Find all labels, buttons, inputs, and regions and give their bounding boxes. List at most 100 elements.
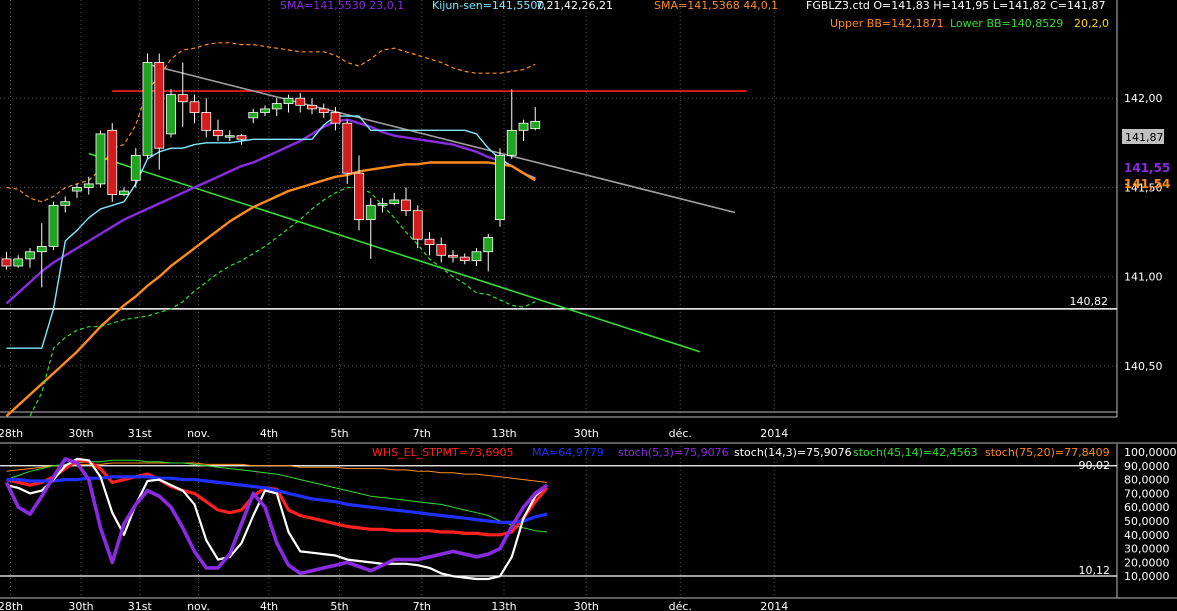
candle-up: [25, 251, 35, 260]
sma23-price-label: 141,55: [1124, 161, 1170, 175]
candle-up: [365, 204, 376, 221]
osc-header-item: stoch(5,3)=75,9076: [618, 446, 729, 459]
candle-up: [60, 201, 71, 206]
osc-x-tick-label: 5th: [330, 600, 348, 611]
main-header-item: SMA=141,5530 23,0,1: [280, 0, 404, 12]
candle-down: [154, 62, 165, 149]
candle-up: [271, 103, 282, 110]
x-tick-label: 13th: [491, 427, 516, 440]
candle-up: [389, 199, 400, 204]
candle-down: [107, 129, 118, 196]
candle-up: [530, 121, 541, 129]
osc-header-item: stoch(45,14)=42,4563: [853, 446, 978, 459]
candle-up: [142, 62, 153, 156]
main-header-item: 7,21,42,26,21: [536, 0, 613, 12]
candle-up: [83, 183, 94, 188]
x-tick-label: 2014: [760, 427, 788, 440]
osc-tick-label: 70,0000: [1124, 487, 1170, 500]
line-trend-low: [88, 152, 700, 353]
osc-series-ma: [6, 475, 548, 525]
candle-up: [260, 108, 270, 113]
osc-header-item: MA=64,9779: [532, 446, 604, 459]
candle-up: [224, 135, 235, 138]
osc-upper-label: 90,02: [1079, 459, 1111, 472]
x-tick-label: 30th: [68, 427, 93, 440]
candle-up: [518, 122, 529, 131]
overlay-sma-44: [5, 161, 536, 417]
overlay-lower-bb: [29, 186, 536, 417]
osc-x-tick-label: 31st: [128, 600, 153, 611]
main-header: SMA=141,5530 23,0,1 Kijun-sen=141,55007,2…: [280, 0, 1109, 30]
osc-series-stoch-5-3-: [4, 457, 549, 576]
x-tick-label: 5th: [330, 427, 348, 440]
support-level-label: 140,82: [1070, 295, 1109, 308]
candle-up: [506, 129, 517, 156]
candle-down: [213, 129, 223, 137]
candle-down: [342, 122, 353, 174]
osc-x-tick-label: 30th: [68, 600, 93, 611]
osc-tick-label: 80,0000: [1124, 474, 1170, 487]
candle-up: [130, 154, 141, 181]
candle-up: [36, 245, 47, 253]
candle-up: [95, 133, 106, 185]
main-header-item: Kijun-sen=141,5500: [432, 0, 544, 12]
main-header-bb-item: 20,2,0: [1074, 17, 1109, 30]
candle-down: [189, 101, 200, 113]
sma44-price-label: 141,54: [1124, 177, 1170, 191]
candle-down: [307, 104, 317, 110]
candle-up: [248, 112, 259, 119]
main-header-item: SMA=141,5368 44,0,1: [654, 0, 778, 12]
line-trend-down: [147, 63, 736, 214]
candle-down: [354, 172, 364, 221]
candle-down: [1, 258, 12, 267]
candle-up: [483, 237, 494, 253]
x-tick-label: 30th: [574, 427, 599, 440]
osc-x-tick-label: 13th: [491, 600, 516, 611]
main-header-item: FGBLZ3.ctd O=141,83 H=141,95 L=141,82 C=…: [806, 0, 1105, 12]
main-overlays: [5, 42, 536, 417]
osc-lower-label: 10,12: [1079, 564, 1111, 577]
candle-up: [166, 94, 176, 135]
candle-down: [412, 210, 423, 240]
osc-x-tick-label: 30th: [574, 600, 599, 611]
x-tick-label: nov.: [187, 427, 210, 440]
candle-down: [401, 199, 411, 212]
x-tick-label: déc.: [669, 427, 692, 440]
candle-up: [377, 203, 388, 206]
candle-down: [459, 256, 470, 262]
price-tick-label: 141,00: [1124, 271, 1163, 284]
candle-down: [177, 94, 188, 103]
main-candles: [1, 53, 541, 288]
last-price-label: 141,87: [1125, 131, 1164, 144]
x-tick-label: 4th: [260, 427, 278, 440]
osc-grid: [0, 444, 1177, 599]
x-tick-label: 31st: [128, 427, 153, 440]
main-header-bb-item: Upper BB=142,1871: [830, 17, 944, 30]
osc-axis: 100,000090,000080,000070,000060,000050,0…: [1079, 446, 1177, 583]
candle-down: [436, 244, 447, 256]
osc-lines: [4, 457, 549, 581]
osc-tick-label: 30,0000: [1124, 543, 1170, 556]
overlay-kijun-sen: [6, 115, 536, 349]
osc-header-item: stoch(75,20)=77,8409: [985, 446, 1110, 459]
osc-tick-label: 50,0000: [1124, 515, 1170, 528]
x-tick-label: 28th: [0, 427, 23, 440]
osc-tick-label: 90,0000: [1124, 460, 1170, 473]
osc-series-whs-el-stpmt: [6, 458, 549, 537]
osc-x-tick-label: 4th: [260, 600, 278, 611]
x-axis-main: 28th 30th 31st nov. 4th 5th 7th 13th 30th déc. 201…: [0, 427, 1177, 444]
osc-x-tick-label: nov.: [187, 600, 210, 611]
candle-up: [48, 204, 59, 247]
x-tick-label: 7th: [413, 427, 431, 440]
candle-down: [424, 238, 435, 246]
osc-x-tick-label: 7th: [413, 600, 431, 611]
chart-canvas: 142,00141,50141,00140,50141,87141,55141,…: [0, 0, 1177, 611]
overlay-upper-bb: [6, 42, 536, 203]
candle-down: [330, 112, 341, 124]
candle-up: [13, 258, 24, 267]
main-grid: [0, 0, 1118, 418]
candle-down: [295, 97, 306, 106]
candle-down: [448, 254, 458, 258]
candle-up: [72, 187, 82, 192]
osc-header-item: WHS_EL_STPMT=73,6905: [372, 446, 513, 459]
